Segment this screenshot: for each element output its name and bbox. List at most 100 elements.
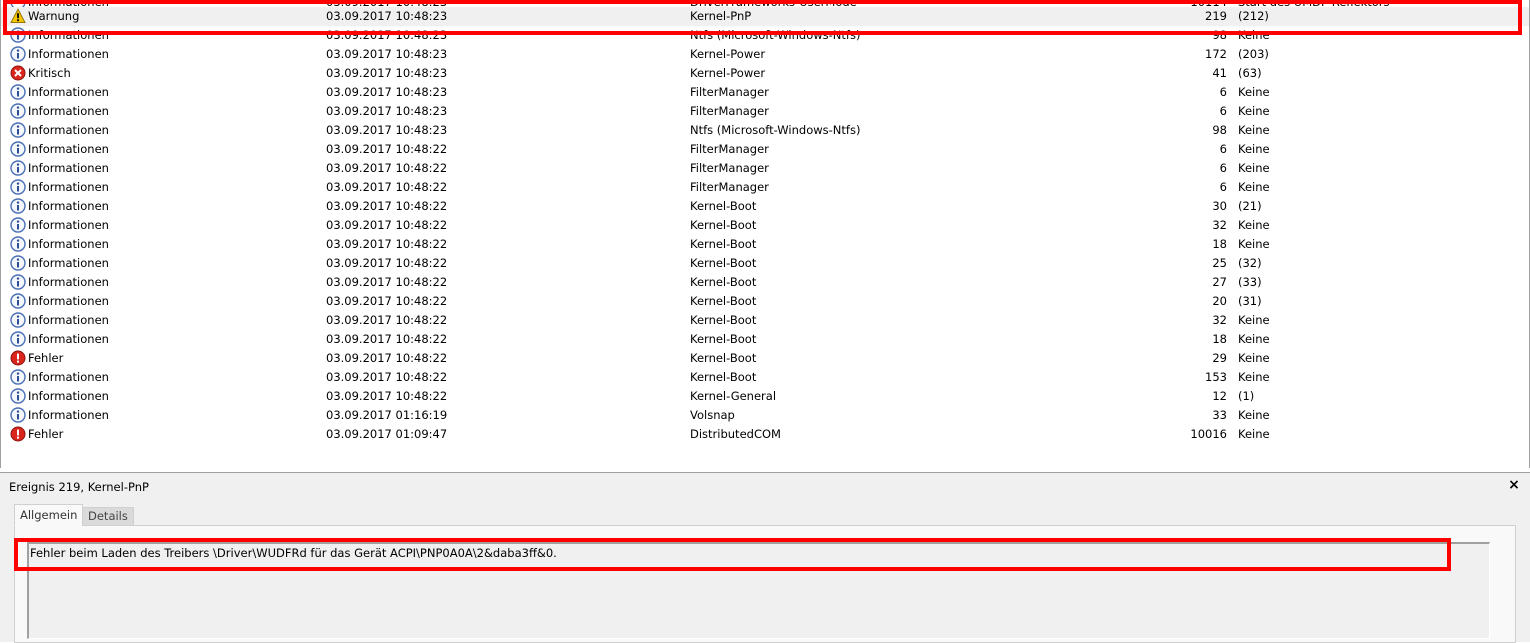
date-cell: 03.09.2017 10:48:23 [326, 66, 448, 80]
close-icon[interactable]: × [1506, 477, 1522, 493]
warning-icon [10, 8, 26, 24]
table-row[interactable]: Informationen 03.09.2017 10:48:22 FilterMa… [1, 159, 1529, 178]
info-icon [10, 236, 26, 252]
event-id-cell: 6 [1219, 180, 1227, 194]
level-cell: Informationen [28, 47, 109, 61]
task-category-cell: Keine [1238, 104, 1270, 118]
level-cell: Informationen [28, 142, 109, 156]
event-id-cell: 27 [1212, 275, 1227, 289]
level-cell: Informationen [28, 313, 109, 327]
date-cell: 03.09.2017 10:48:22 [326, 389, 448, 403]
date-cell: 03.09.2017 10:48:23 [326, 28, 448, 42]
task-category-cell: (203) [1238, 47, 1269, 61]
source-cell: FilterManager [690, 161, 769, 175]
task-category-cell: (63) [1238, 66, 1262, 80]
date-cell: 03.09.2017 10:48:22 [326, 142, 448, 156]
date-cell: 03.09.2017 10:48:22 [326, 218, 448, 232]
level-cell: Warnung [28, 9, 80, 23]
event-id-cell: 6 [1219, 161, 1227, 175]
table-row[interactable]: Fehler 03.09.2017 10:48:22 Kernel-Boot 29 Ke… [1, 349, 1529, 368]
task-category-cell: Keine [1238, 123, 1270, 137]
info-icon [10, 122, 26, 138]
event-id-cell: 32 [1212, 313, 1227, 327]
task-category-cell: Keine [1238, 351, 1270, 365]
level-cell: Informationen [28, 180, 109, 194]
source-cell: Kernel-Boot [690, 256, 757, 270]
level-cell: Informationen [28, 218, 109, 232]
table-row[interactable]: Informationen 03.09.2017 10:48:23 Ntfs (Mi… [1, 121, 1529, 140]
task-category-cell: Keine [1238, 85, 1270, 99]
task-category-cell: Keine [1238, 161, 1270, 175]
info-icon [10, 46, 26, 62]
date-cell: 03.09.2017 10:48:22 [326, 180, 448, 194]
tab-general[interactable]: Allgemein [14, 504, 84, 526]
event-id-cell: 12 [1212, 389, 1227, 403]
level-cell: Informationen [28, 161, 109, 175]
critical-icon [10, 65, 26, 81]
event-id-cell: 153 [1205, 370, 1227, 384]
level-cell: Fehler [28, 351, 64, 365]
table-row[interactable]: Informationen 03.09.2017 10:48:22 Kernel-B… [1, 273, 1529, 292]
level-cell: Fehler [28, 427, 64, 441]
level-cell: Informationen [28, 389, 109, 403]
table-row[interactable]: Informationen 03.09.2017 01:16:19 Volsnap 3… [1, 406, 1529, 425]
table-row[interactable]: Informationen 03.09.2017 10:48:22 Kernel-B… [1, 311, 1529, 330]
source-cell: Kernel-Boot [690, 351, 757, 365]
table-row[interactable]: Informationen 03.09.2017 10:48:22 Kernel-G… [1, 387, 1529, 406]
level-cell: Informationen [28, 85, 109, 99]
date-cell: 03.09.2017 10:48:22 [326, 313, 448, 327]
source-cell: Kernel-Boot [690, 218, 757, 232]
date-cell: 03.09.2017 10:48:23 [326, 47, 448, 61]
date-cell: 03.09.2017 10:48:23 [326, 85, 448, 99]
date-cell: 03.09.2017 10:48:22 [326, 351, 448, 365]
task-category-cell: (32) [1238, 256, 1262, 270]
table-row[interactable]: Kritisch 03.09.2017 10:48:23 Kernel-Power 4… [1, 64, 1529, 83]
event-id-cell: 30 [1212, 199, 1227, 213]
date-cell: 03.09.2017 10:48:22 [326, 332, 448, 346]
info-icon [10, 388, 26, 404]
task-category-cell: Keine [1238, 408, 1270, 422]
task-category-cell: Keine [1238, 332, 1270, 346]
table-row[interactable]: Informationen 03.09.2017 10:48:22 Kernel-B… [1, 330, 1529, 349]
table-row[interactable]: Informationen 03.09.2017 10:48:22 Kernel-B… [1, 197, 1529, 216]
source-cell: Kernel-Boot [690, 313, 757, 327]
level-cell: Informationen [28, 199, 109, 213]
source-cell: DistributedCOM [690, 427, 781, 441]
info-icon [10, 84, 26, 100]
date-cell: 03.09.2017 10:48:22 [326, 294, 448, 308]
table-row[interactable]: Informationen 03.09.2017 10:48:23 Kernel-P… [1, 45, 1529, 64]
info-icon [10, 198, 26, 214]
level-cell: Informationen [28, 123, 109, 137]
date-cell: 03.09.2017 10:48:22 [326, 275, 448, 289]
task-category-cell: Keine [1238, 370, 1270, 384]
task-category-cell: Keine [1238, 180, 1270, 194]
event-id-cell: 6 [1219, 142, 1227, 156]
error-icon [10, 350, 26, 366]
source-cell: Kernel-Boot [690, 294, 757, 308]
task-category-cell: (33) [1238, 275, 1262, 289]
table-row[interactable]: Informationen 03.09.2017 10:48:22 Kernel-B… [1, 254, 1529, 273]
table-row[interactable]: Fehler 03.09.2017 01:09:47 DistributedCOM 1… [1, 425, 1529, 444]
task-category-cell: (21) [1238, 199, 1262, 213]
event-id-cell: 6 [1219, 104, 1227, 118]
source-cell: FilterManager [690, 180, 769, 194]
info-icon [10, 179, 26, 195]
error-icon [10, 426, 26, 442]
table-row[interactable]: Informationen 03.09.2017 10:48:22 FilterMa… [1, 178, 1529, 197]
table-row[interactable]: Informationen 03.09.2017 10:48:22 Kernel-B… [1, 368, 1529, 387]
table-row[interactable]: Informationen 03.09.2017 10:48:22 Kernel-B… [1, 292, 1529, 311]
date-cell: 03.09.2017 10:48:23 [326, 104, 448, 118]
tab-details[interactable]: Details [82, 507, 134, 526]
table-row[interactable]: Informationen 03.09.2017 10:48:22 Kernel-B… [1, 235, 1529, 254]
table-row[interactable]: Informationen 03.09.2017 10:48:23 FilterMa… [1, 102, 1529, 121]
event-list[interactable]: Informationen 03.09.2017 10:48:23 Driver… [0, 0, 1530, 468]
source-cell: Kernel-Boot [690, 275, 757, 289]
table-row[interactable]: Informationen 03.09.2017 10:48:23 FilterMa… [1, 83, 1529, 102]
table-row[interactable]: Warnung 03.09.2017 10:48:23 Kernel-PnP 219 (… [1, 7, 1529, 26]
table-row[interactable]: Informationen 03.09.2017 10:48:22 Kernel-B… [1, 216, 1529, 235]
event-id-cell: 10016 [1190, 427, 1227, 441]
table-row[interactable]: Informationen 03.09.2017 10:48:23 Ntfs (Mi… [1, 26, 1529, 45]
level-cell: Informationen [28, 275, 109, 289]
table-row[interactable]: Informationen 03.09.2017 10:48:22 FilterMa… [1, 140, 1529, 159]
source-cell: Ntfs (Microsoft-Windows-Ntfs) [690, 123, 861, 137]
